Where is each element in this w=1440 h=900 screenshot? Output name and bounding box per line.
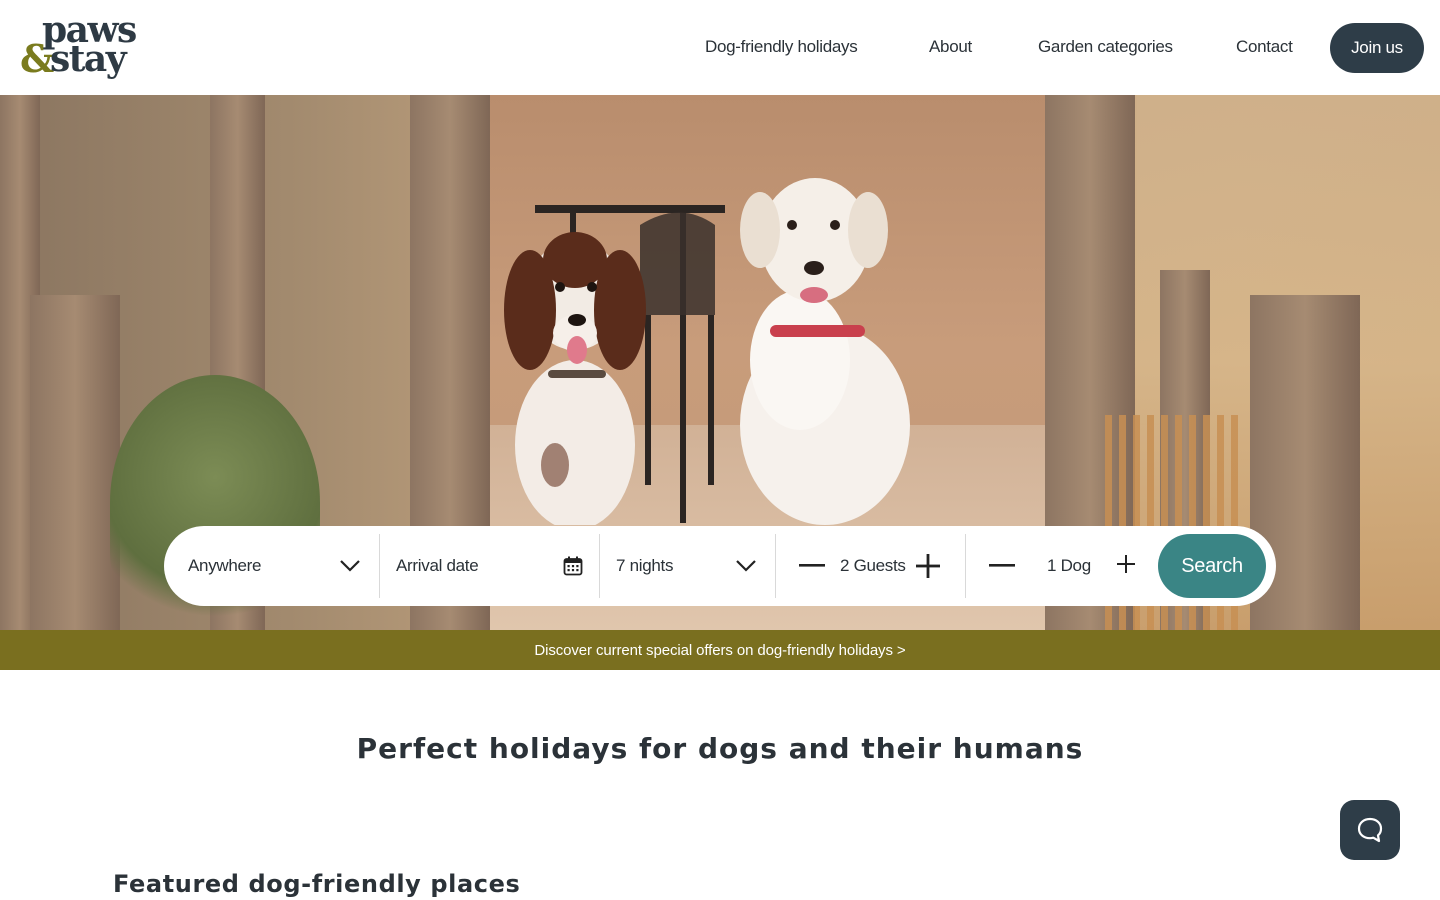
decrease-dogs-button[interactable] (988, 554, 1016, 578)
featured-places-heading: Featured dog-friendly places (113, 870, 521, 898)
page-title: Perfect holidays for dogs and their huma… (356, 732, 1084, 765)
logo-word-stay: stay (50, 38, 127, 80)
guests-value: 2 Guests (840, 556, 906, 575)
dogs-value: 1 Dog (1047, 556, 1091, 575)
calendar-icon[interactable] (562, 555, 584, 577)
increase-guests-button[interactable] (914, 552, 942, 580)
special-offers-link[interactable]: Discover current special offers on dog-f… (534, 642, 905, 659)
decrease-guests-button[interactable] (798, 554, 826, 578)
chevron-down-icon[interactable] (734, 556, 758, 576)
arrival-date-placeholder: Arrival date (396, 556, 479, 575)
nav-link-dog-friendly-holidays[interactable]: Dog-friendly holidays (705, 37, 858, 57)
chat-button[interactable] (1340, 800, 1400, 860)
join-us-button[interactable]: Join us (1330, 23, 1424, 73)
plus-icon (916, 554, 940, 578)
springer-spaniel-dog (504, 232, 646, 525)
holiday-search-bar: Anywhere Arrival date 7 nights 2 Guests (164, 526, 1276, 606)
minus-icon (989, 564, 1015, 567)
nav-link-garden-categories[interactable]: Garden categories (1038, 37, 1173, 57)
chat-bubble-icon (1357, 817, 1383, 843)
search-button[interactable]: Search (1158, 534, 1266, 598)
minus-icon (799, 564, 825, 567)
nights-value: 7 nights (616, 556, 674, 575)
location-value: Anywhere (188, 556, 262, 575)
labrador-dog (740, 178, 910, 525)
search-divider (965, 534, 966, 598)
hero-post (30, 295, 120, 630)
dogs-count: 1 Dog (1047, 526, 1107, 606)
nav-link-contact[interactable]: Contact (1236, 37, 1293, 57)
special-offers-banner[interactable]: Discover current special offers on dog-f… (0, 630, 1440, 670)
guests-count: 2 Guests (840, 526, 920, 606)
paws-and-stay-logo[interactable]: paws & stay (20, 10, 145, 86)
increase-dogs-button[interactable] (1116, 554, 1136, 574)
chevron-down-icon[interactable] (338, 556, 362, 576)
plus-icon (1117, 555, 1135, 573)
nav-link-about[interactable]: About (929, 37, 972, 57)
search-divider (775, 534, 776, 598)
site-header: paws & stay Dog-friendly holidays About … (0, 0, 1440, 95)
